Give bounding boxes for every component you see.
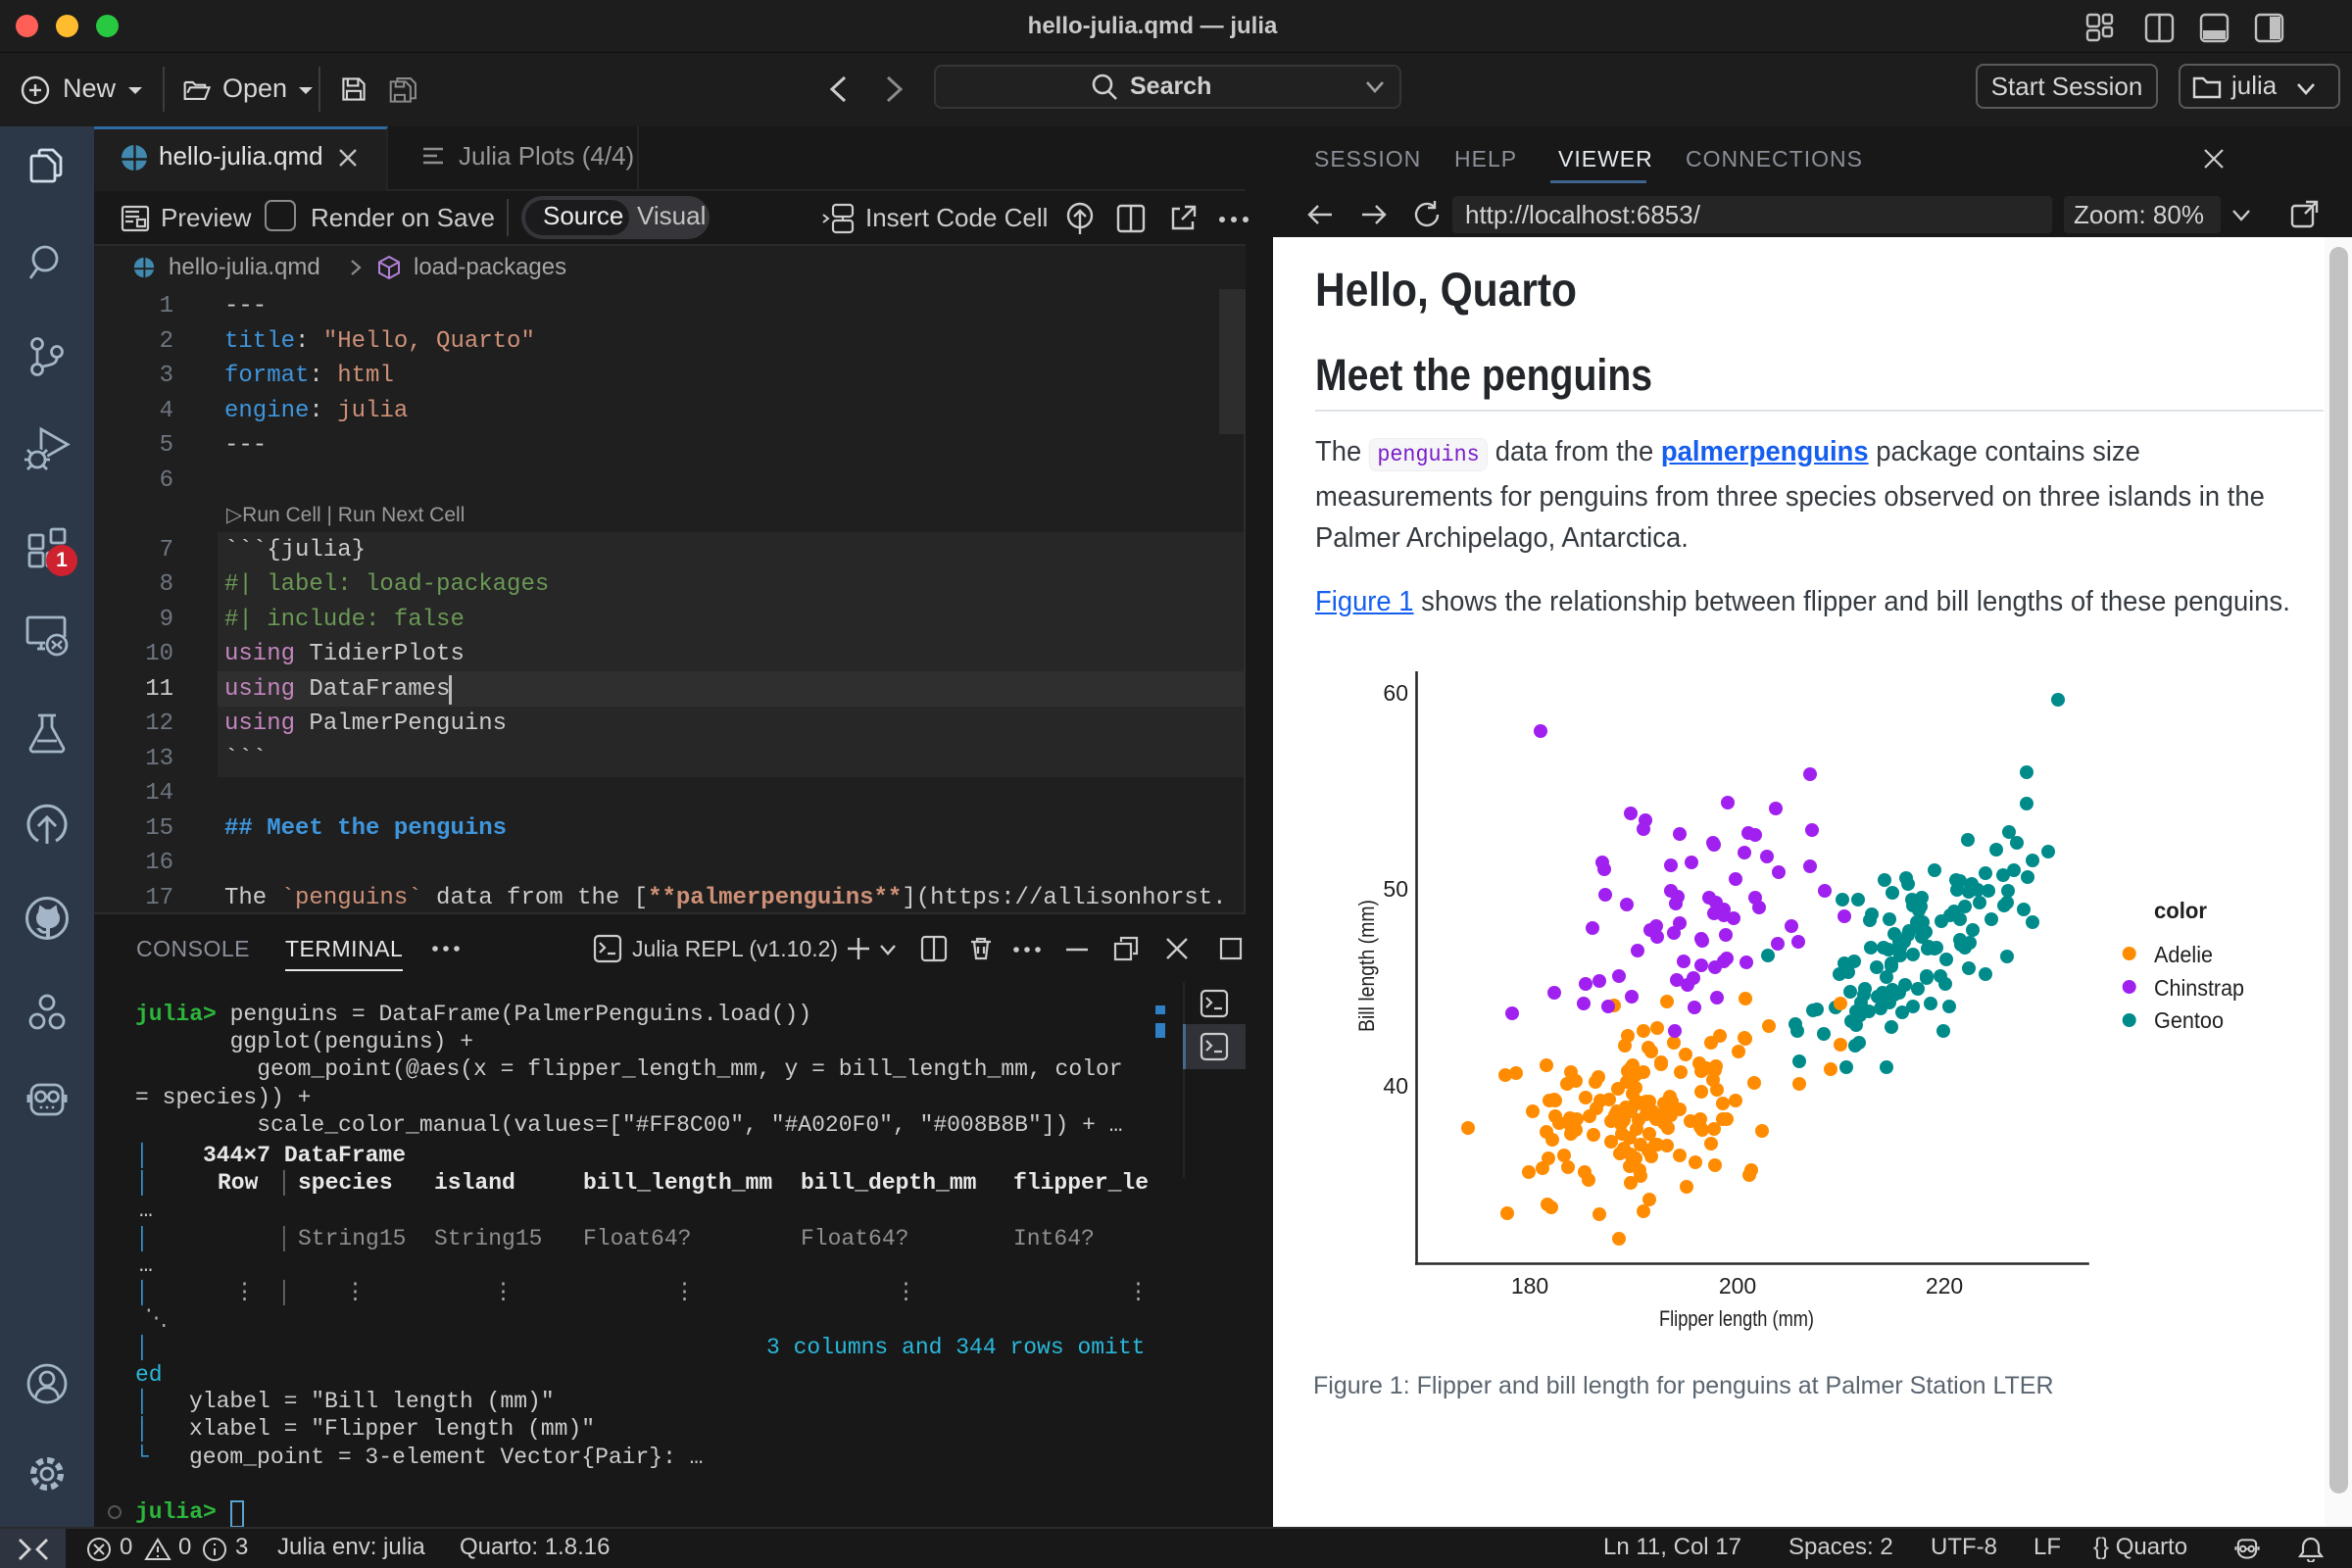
svg-text:Adelie: Adelie [2154, 942, 2213, 967]
svg-text:Chinstrap: Chinstrap [2154, 975, 2244, 1001]
svg-text:Bill length (mm): Bill length (mm) [1354, 900, 1379, 1032]
svg-text:color: color [2154, 898, 2207, 923]
svg-text:Flipper length (mm): Flipper length (mm) [1659, 1306, 1814, 1331]
svg-text:50: 50 [1383, 876, 1408, 902]
svg-text:200: 200 [1719, 1273, 1756, 1298]
svg-text:60: 60 [1383, 680, 1408, 706]
svg-text:220: 220 [1926, 1273, 1963, 1298]
svg-text:180: 180 [1511, 1273, 1548, 1298]
svg-text:40: 40 [1383, 1073, 1408, 1099]
svg-text:Gentoo: Gentoo [2154, 1007, 2224, 1033]
